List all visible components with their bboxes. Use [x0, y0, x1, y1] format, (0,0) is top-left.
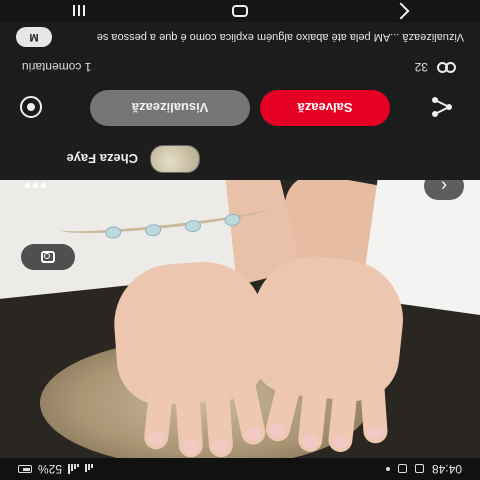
- share-icon[interactable]: [430, 96, 454, 118]
- more-dots-icon: [41, 183, 47, 189]
- comment-preview[interactable]: Vizualizează ...AM pela até abaixo algué…: [0, 22, 480, 52]
- status-left: 04:48: [385, 462, 462, 476]
- action-bar: Salvează Visualizează: [0, 84, 480, 130]
- clock: 04:48: [431, 462, 462, 476]
- view-button[interactable]: Visualizează: [90, 90, 250, 126]
- author-row[interactable]: Cheza Faye: [0, 138, 480, 180]
- visual-search-button[interactable]: [21, 244, 75, 270]
- visual-search-icon: [41, 251, 55, 263]
- battery-icon: [18, 465, 32, 473]
- back-arrow-icon: ‹: [441, 180, 447, 197]
- pin-image[interactable]: ‹: [0, 180, 480, 458]
- battery-percent: 52%: [38, 462, 63, 476]
- comment-avatar[interactable]: M: [16, 27, 52, 47]
- comment-count[interactable]: 1 comentariu: [22, 60, 91, 74]
- back-icon[interactable]: [392, 2, 410, 20]
- system-nav-bar: [0, 0, 480, 22]
- status-right: 52%: [18, 462, 94, 476]
- author-name[interactable]: Cheza Faye: [66, 152, 138, 167]
- hand-right: [110, 257, 270, 458]
- reaction-heart-icon[interactable]: [436, 61, 456, 73]
- reaction-row: 32 1 comentariu: [0, 54, 480, 80]
- status-bar: 04:48 52%: [0, 458, 480, 480]
- avatar[interactable]: [150, 145, 200, 173]
- comment-icon[interactable]: [20, 96, 42, 118]
- notification-dot-icon: [385, 467, 390, 471]
- comment-text: Vizualizează ...AM pela até abaixo algué…: [96, 31, 464, 44]
- screen: 04:48 52% ‹ Cheza Faye Salvează Visualiz…: [0, 0, 480, 480]
- reaction-count-group[interactable]: 32: [415, 60, 456, 74]
- cell-signal-icon: [68, 464, 80, 474]
- app-notification-icon: [397, 464, 407, 474]
- more-options-button[interactable]: [16, 180, 56, 200]
- recents-icon[interactable]: [73, 5, 86, 17]
- wifi-icon: [85, 464, 94, 474]
- rotated-screen: 04:48 52% ‹ Cheza Faye Salvează Visualiz…: [0, 0, 480, 480]
- save-button[interactable]: Salvează: [260, 90, 390, 126]
- back-button[interactable]: ‹: [424, 180, 464, 200]
- gallery-notification-icon: [414, 464, 424, 474]
- reaction-count: 32: [414, 60, 428, 74]
- home-icon[interactable]: [232, 5, 249, 17]
